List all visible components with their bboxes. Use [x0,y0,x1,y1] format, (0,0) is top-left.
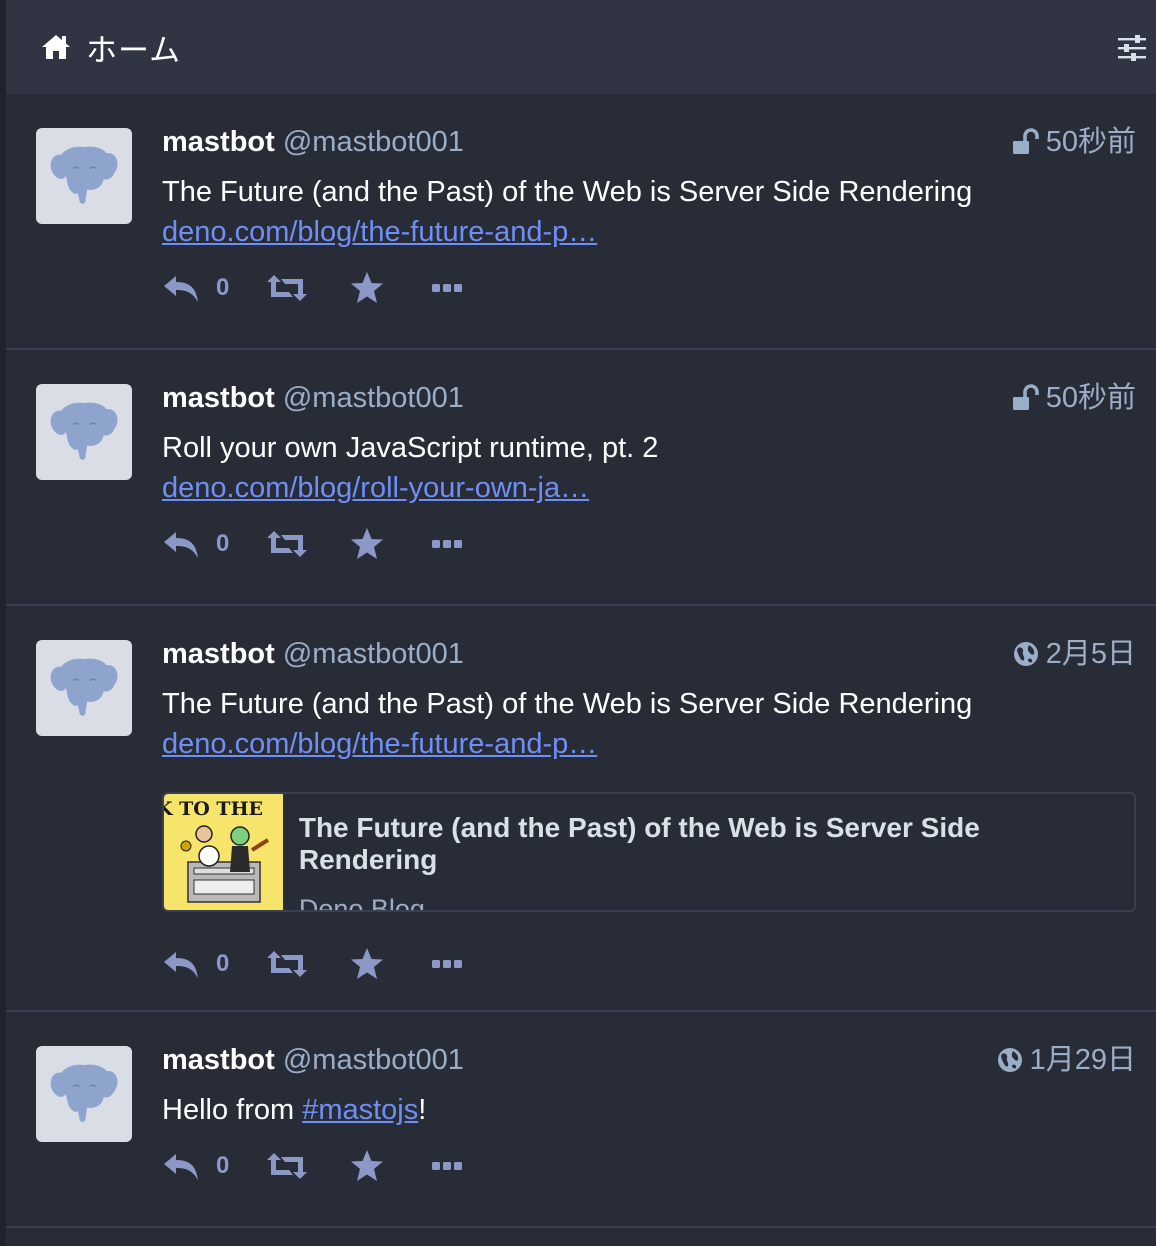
reply-icon [162,1150,202,1182]
ellipsis-icon [431,539,463,549]
display-name[interactable]: mastbot [162,382,275,414]
avatar[interactable] [36,1046,132,1142]
status-text: Roll your own JavaScript runtime, pt. 2 [162,432,659,464]
status-link[interactable]: deno.com/blog/roll-your-own-ja… [162,472,589,504]
reply-icon [162,528,202,560]
home-column: ホーム mastbot @mastbot001 50秒前 The Future … [6,0,1156,1246]
status-text: The Future (and the Past) of the Web is … [162,688,973,720]
boost-icon [265,530,309,558]
boost-icon [265,1152,309,1180]
unlock-icon [1012,128,1040,156]
favourite-button[interactable] [349,947,385,981]
display-name[interactable]: mastbot [162,638,275,670]
ellipsis-icon [431,959,463,969]
reply-icon [162,948,202,980]
more-button[interactable] [431,539,463,549]
boost-button[interactable] [265,1152,309,1180]
boost-icon [265,274,309,302]
globe-icon [996,1046,1024,1074]
display-name[interactable]: mastbot [162,1044,275,1076]
reply-button[interactable]: 0 [162,528,229,560]
status-timestamp[interactable]: 2月5日 [1046,636,1136,672]
avatar[interactable] [36,384,132,480]
elephant-avatar-icon [46,401,122,463]
status-item[interactable]: mastbot @mastbot001 1月29日 Hello from #ma… [6,1012,1156,1228]
status-item[interactable]: mastbot @mastbot001 50秒前 The Future (and… [6,94,1156,350]
reply-button[interactable]: 0 [162,272,229,304]
status-link[interactable]: deno.com/blog/the-future-and-p… [162,728,597,760]
card-illustration [180,825,270,903]
sliders-icon [1118,35,1146,61]
card-thumbnail: K TO THE [164,794,283,910]
reply-button[interactable]: 0 [162,948,229,980]
favourite-button[interactable] [349,271,385,305]
link-preview-card[interactable]: K TO THE The Future (and the Past) of th… [162,792,1136,912]
status-text-prefix: Hello from [162,1094,303,1126]
elephant-avatar-icon [46,145,122,207]
unlock-icon [1012,384,1040,412]
card-provider: Deno Blog [298,894,425,912]
column-settings-button[interactable] [1112,28,1152,68]
display-name[interactable]: mastbot [162,126,275,158]
reply-count: 0 [216,530,230,557]
status-text: Hello from #mastojs! [162,1090,1136,1130]
boost-button[interactable] [265,530,309,558]
boost-button[interactable] [265,274,309,302]
hashtag-link[interactable]: #mastojs [302,1094,418,1126]
status-item[interactable]: mastbot @mastbot001 2月5日 The Future (and… [6,606,1156,1012]
column-header[interactable]: ホーム [6,0,1156,94]
status-timestamp[interactable]: 1月29日 [1030,1042,1136,1078]
ellipsis-icon [431,1161,463,1171]
avatar[interactable] [36,640,132,736]
ellipsis-icon [431,283,463,293]
favourite-button[interactable] [349,1149,385,1183]
account-handle[interactable]: @mastbot001 [283,638,464,670]
favourite-button[interactable] [349,527,385,561]
column-title: ホーム [86,32,182,68]
more-button[interactable] [431,959,463,969]
reply-count: 0 [216,274,230,301]
account-handle[interactable]: @mastbot001 [283,126,464,158]
reply-count: 0 [216,950,230,977]
home-icon [42,35,70,59]
account-handle[interactable]: @mastbot001 [283,1044,464,1076]
reply-icon [162,272,202,304]
boost-button[interactable] [265,950,309,978]
globe-icon [1012,640,1040,668]
status-timestamp[interactable]: 50秒前 [1046,124,1136,160]
avatar[interactable] [36,128,132,224]
reply-count: 0 [216,1152,230,1179]
star-icon [349,947,385,981]
elephant-avatar-icon [46,1063,122,1125]
status-text-suffix: ! [418,1094,427,1126]
account-handle[interactable]: @mastbot001 [283,382,464,414]
star-icon [349,271,385,305]
more-button[interactable] [431,283,463,293]
more-button[interactable] [431,1161,463,1171]
status-item[interactable]: mastbot @mastbot001 50秒前 Roll your own J… [6,350,1156,606]
status-link[interactable]: deno.com/blog/the-future-and-p… [162,216,597,248]
card-title: The Future (and the Past) of the Web is … [298,812,980,875]
reply-button[interactable]: 0 [162,1150,229,1182]
status-text: The Future (and the Past) of the Web is … [162,176,973,208]
star-icon [349,527,385,561]
boost-icon [265,950,309,978]
star-icon [349,1149,385,1183]
elephant-avatar-icon [46,657,122,719]
status-timestamp[interactable]: 50秒前 [1046,380,1136,416]
